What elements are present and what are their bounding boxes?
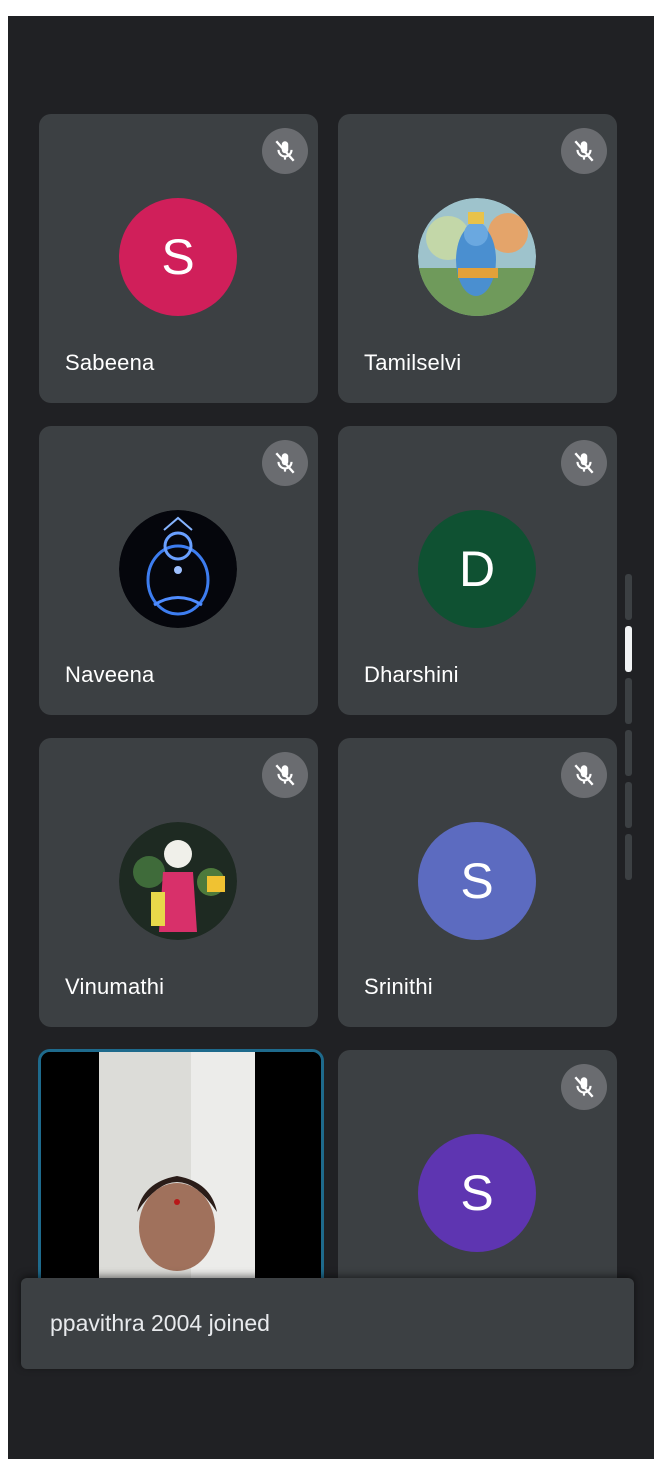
scroll-indicator-segment — [625, 782, 632, 828]
participant-tile-s[interactable]: S — [338, 1050, 617, 1310]
participant-tile-tamilselvi[interactable]: Tamilselvi — [338, 114, 617, 403]
mic-off-icon — [561, 752, 607, 798]
participant-name: Tamilselvi — [364, 350, 462, 375]
scroll-indicator-segment — [625, 834, 632, 880]
meeting-screen: S Sabeena Tamilselvi Naveena D Dharshini… — [8, 16, 654, 1459]
avatar-photo — [418, 198, 536, 316]
avatar-photo — [119, 822, 237, 940]
mic-off-icon — [262, 128, 308, 174]
toast-message: ppavithra 2004 joined — [50, 1310, 270, 1336]
participant-name: Vinumathi — [65, 974, 165, 999]
mic-off-icon — [561, 1064, 607, 1110]
join-notification-toast: ppavithra 2004 joined — [21, 1278, 634, 1369]
participant-tile-srinithi[interactable]: S Srinithi — [338, 738, 617, 1027]
avatar: S — [418, 822, 536, 940]
participant-name: Naveena — [65, 662, 155, 687]
mic-off-icon — [262, 752, 308, 798]
scroll-indicator-active[interactable] — [625, 626, 632, 672]
participant-tile-naveena[interactable]: Naveena — [39, 426, 318, 715]
scroll-indicator-segment — [625, 574, 632, 620]
participant-tile-sabeena[interactable]: S Sabeena — [39, 114, 318, 403]
avatar: S — [418, 1134, 536, 1252]
scroll-indicator-segment — [625, 730, 632, 776]
mic-off-icon — [561, 440, 607, 486]
scroll-indicator-segment — [625, 678, 632, 724]
avatar-initial: S — [460, 1165, 494, 1221]
avatar-photo — [119, 510, 237, 628]
participant-name: Srinithi — [364, 974, 433, 999]
participant-name: Sabeena — [65, 350, 155, 375]
participant-tile-vinumathi[interactable]: Vinumathi — [39, 738, 318, 1027]
avatar-initial: S — [460, 853, 494, 909]
mic-off-icon — [561, 128, 607, 174]
mic-off-icon — [262, 440, 308, 486]
avatar-initial: S — [161, 229, 195, 285]
participant-tile-dharshini[interactable]: D Dharshini — [338, 426, 617, 715]
avatar: S — [119, 198, 237, 316]
participant-name: Dharshini — [364, 662, 459, 687]
avatar-initial: D — [458, 541, 496, 597]
avatar: D — [418, 510, 536, 628]
